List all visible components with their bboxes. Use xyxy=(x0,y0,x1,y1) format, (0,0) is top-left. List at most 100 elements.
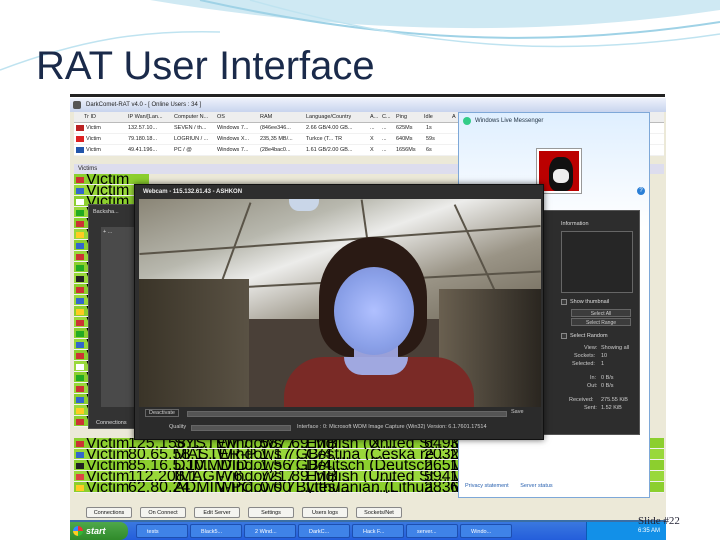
column-header[interactable]: A... xyxy=(370,112,378,123)
darkcomet-button-bar: Connections On Connect Edit Server Setti… xyxy=(70,504,666,520)
information-box xyxy=(561,231,633,293)
country-flag-icon xyxy=(76,135,84,142)
country-flag-icon xyxy=(76,385,84,392)
show-thumbnail-checkbox[interactable] xyxy=(561,299,567,305)
person-collar xyxy=(344,357,408,375)
on-connect-button[interactable]: On Connect xyxy=(140,507,186,518)
view-value: Showing all xyxy=(601,345,630,351)
taskbar-item[interactable]: Black5... xyxy=(190,524,242,538)
taskbar: start tests Black5... 2 Wind... DarkC...… xyxy=(70,522,666,540)
start-button[interactable]: start xyxy=(70,522,128,540)
taskbar-item[interactable]: Windo... xyxy=(460,524,512,538)
taskbar-item[interactable]: 2 Wind... xyxy=(244,524,296,538)
ceiling-light xyxy=(289,199,319,211)
column-header[interactable]: C... xyxy=(382,112,391,123)
out-label: Out: xyxy=(587,383,598,389)
server-status-link[interactable]: Server status xyxy=(520,483,552,489)
darkcomet-window-title: DarkComet-RAT v4.0 - [ Online Users : 34… xyxy=(86,102,202,108)
quality-label: Quality xyxy=(169,424,187,430)
country-flag-icon xyxy=(76,253,84,260)
in-value: 0 B/s xyxy=(601,375,614,381)
country-flag-icon xyxy=(76,286,84,293)
screenshot-region: DarkComet-RAT v4.0 - [ Online Users : 34… xyxy=(70,98,666,540)
webcam-title: Webcam - 115.132.61.43 - ASHKON xyxy=(143,189,243,195)
sockets-net-button[interactable]: Sockets/Net xyxy=(356,507,402,518)
settings-button[interactable]: Settings xyxy=(248,507,294,518)
users-logs-button[interactable]: Users logs xyxy=(302,507,348,518)
deactivate-button[interactable]: Deactivate xyxy=(145,409,179,417)
country-flag-icon xyxy=(76,264,84,271)
windows-logo-icon xyxy=(73,526,83,536)
privacy-statement-link[interactable]: Privacy statement xyxy=(465,483,509,489)
information-label: Information xyxy=(561,221,589,227)
taskbar-item[interactable]: server... xyxy=(406,524,458,538)
sent-value: 1.52 KiB xyxy=(601,405,622,411)
country-flag-icon xyxy=(76,473,84,480)
in-label: In: xyxy=(590,375,597,381)
country-flag-icon xyxy=(76,330,84,337)
selected-value: 1 xyxy=(601,361,605,367)
country-flag-icon xyxy=(76,198,84,205)
country-flag-icon xyxy=(76,146,84,153)
edit-server-button[interactable]: Edit Server xyxy=(194,507,240,518)
avatar-skin xyxy=(553,169,569,183)
clock[interactable]: 6:35 AM xyxy=(638,528,660,534)
messenger-icon xyxy=(463,117,471,125)
country-flag-icon xyxy=(76,484,84,491)
selected-label: Selected: xyxy=(572,361,595,367)
interface-info: Interface : 0: Microsoft WDM Image Captu… xyxy=(297,424,487,430)
taskbar-item[interactable]: Hack F... xyxy=(352,524,404,538)
country-flag-icon xyxy=(76,374,84,381)
select-random-checkbox[interactable] xyxy=(561,333,567,339)
column-header[interactable]: IP Wan/[Lan... xyxy=(128,112,163,123)
wall-left xyxy=(139,279,249,407)
quality-slider[interactable] xyxy=(191,425,291,431)
column-header[interactable]: Computer N... xyxy=(174,112,208,123)
country-flag-icon xyxy=(76,220,84,227)
country-flag-icon xyxy=(76,418,84,425)
darkcomet-titlebar: DarkComet-RAT v4.0 - [ Online Users : 34… xyxy=(70,98,666,112)
messenger-footer: Privacy statement Server status xyxy=(465,483,563,489)
country-flag-icon xyxy=(76,341,84,348)
country-flag-icon xyxy=(76,124,84,131)
column-header[interactable]: OS xyxy=(217,112,225,123)
sent-label: Sent: xyxy=(584,405,597,411)
received-label: Received: xyxy=(569,397,594,403)
sockets-value: 10 xyxy=(601,353,608,359)
select-all-button[interactable]: Select All xyxy=(571,309,631,317)
connections-button[interactable]: Connections xyxy=(86,507,132,518)
column-header[interactable]: A xyxy=(452,112,456,123)
select-random-label: Select Random xyxy=(570,333,608,339)
slide-number: Slide #22 xyxy=(638,515,680,527)
start-label: start xyxy=(86,526,106,536)
show-thumbnail-label: Show thumbnail xyxy=(570,299,610,305)
view-label: View: xyxy=(584,345,598,351)
messenger-titlebar: Windows Live Messenger xyxy=(459,113,649,129)
column-header[interactable]: Idle xyxy=(424,112,433,123)
taskbar-item[interactable]: tests xyxy=(136,524,188,538)
out-value: 0 B/s xyxy=(601,383,614,389)
webcam-controls: Deactivate Save Quality Interface : 0: M… xyxy=(139,407,541,439)
country-flag-icon xyxy=(76,308,84,315)
received-value: 275.55 KiB xyxy=(601,397,628,403)
select-range-button[interactable]: Select Range xyxy=(571,318,631,326)
country-flag-icon xyxy=(76,462,84,469)
help-icon[interactable]: ? xyxy=(637,187,645,195)
country-flag-icon xyxy=(76,209,84,216)
darkcomet-app-icon xyxy=(73,101,81,109)
country-flag-icon xyxy=(76,242,84,249)
country-flag-icon xyxy=(76,396,84,403)
taskbar-item[interactable]: DarkC... xyxy=(298,524,350,538)
column-header[interactable]: Language/Country xyxy=(306,112,351,123)
column-header[interactable]: RAM xyxy=(260,112,272,123)
country-flag-icon xyxy=(76,231,84,238)
slide-title: RAT User Interface xyxy=(36,44,375,88)
country-flag-icon xyxy=(76,176,84,183)
save-checkbox-label[interactable]: Save xyxy=(511,409,524,415)
messenger-title: Windows Live Messenger xyxy=(475,118,544,124)
country-flag-icon xyxy=(76,297,84,304)
capture-progress-bar xyxy=(187,411,507,417)
country-flag-icon xyxy=(76,319,84,326)
column-header[interactable]: Ping xyxy=(396,112,407,123)
column-header[interactable]: Tr ID xyxy=(84,112,96,123)
